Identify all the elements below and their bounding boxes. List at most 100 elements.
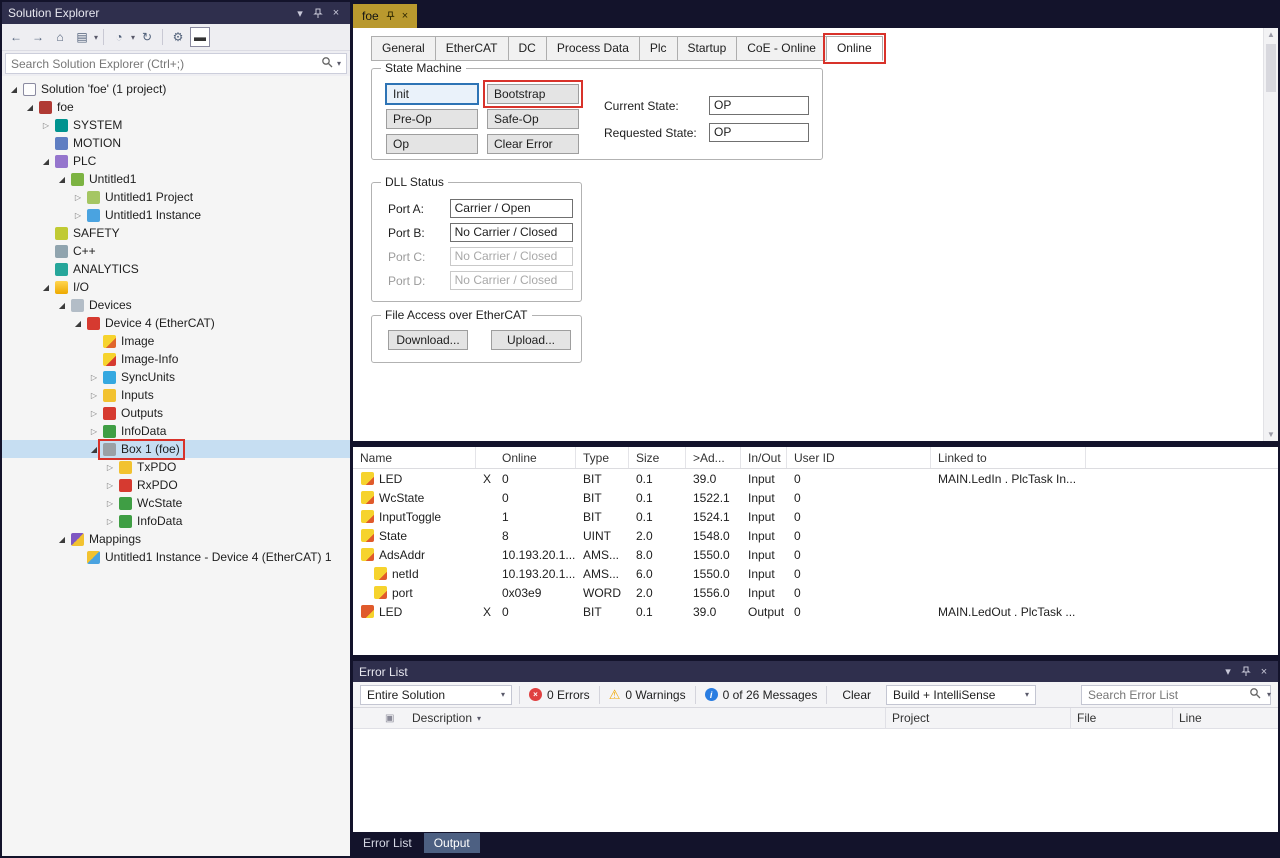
column-online[interactable]: Online [476,447,576,468]
forward-icon[interactable]: → [28,27,48,47]
tree-item-infodata[interactable]: ▷InfoData [2,422,350,440]
collapse-expander-icon[interactable]: ◢ [24,103,36,112]
error-search-input[interactable] [1088,688,1243,702]
column-linked-to[interactable]: Linked to [931,447,1086,468]
expand-expander-icon[interactable]: ▷ [88,391,100,400]
tree-item-system[interactable]: ▷SYSTEM [2,116,350,134]
column-size[interactable]: Size [629,447,686,468]
search-icon[interactable] [1249,687,1261,702]
tab-ethercat[interactable]: EtherCAT [435,36,509,61]
tab-general[interactable]: General [371,36,436,61]
clear-error-button[interactable]: Clear Error [487,134,579,154]
tab-plc[interactable]: Plc [639,36,678,61]
port-status-field[interactable]: No Carrier / Closed [450,247,573,266]
tree-item-devices[interactable]: ◢Devices [2,296,350,314]
grid-row-port[interactable]: port0x03e9WORD2.01556.0Input0 [353,583,1278,602]
window-position-icon[interactable]: ▾ [292,5,308,21]
tree-item-analytics[interactable]: ANALYTICS [2,260,350,278]
tree-item-image[interactable]: Image [2,332,350,350]
solution-search-input[interactable] [11,57,317,71]
column-name[interactable]: Name [353,447,476,468]
tree-item-mappings[interactable]: ◢Mappings [2,530,350,548]
document-tab-foe[interactable]: foe × [353,4,417,28]
port-status-field[interactable]: No Carrier / Closed [450,271,573,290]
grid-row-led[interactable]: LEDX0BIT0.139.0Output0MAIN.LedOut . PlcT… [353,602,1278,621]
tab-dc[interactable]: DC [508,36,547,61]
tree-item-outputs[interactable]: ▷Outputs [2,404,350,422]
error-list-titlebar[interactable]: Error List ▾ × [353,661,1278,682]
errors-filter-button[interactable]: × 0 Errors [527,688,592,702]
pre-op-button[interactable]: Pre-Op [386,109,478,129]
download-button[interactable]: Download... [388,330,468,350]
tree-item-untitled1-instance-device-4-ethercat-1[interactable]: Untitled1 Instance - Device 4 (EtherCAT)… [2,548,350,566]
dropdown-caret-icon[interactable]: ▾ [131,33,135,42]
collapse-expander-icon[interactable]: ◢ [56,175,68,184]
collapse-expander-icon[interactable]: ◢ [56,301,68,310]
scroll-up-icon[interactable]: ▲ [1264,30,1278,39]
column-line[interactable]: Line [1173,708,1278,728]
column-project[interactable]: Project [886,708,1071,728]
close-icon[interactable]: × [328,5,344,21]
expand-expander-icon[interactable]: ▷ [104,517,116,526]
tree-item-safety[interactable]: SAFETY [2,224,350,242]
tree-item-inputs[interactable]: ▷Inputs [2,386,350,404]
grid-row-netid[interactable]: netId10.193.20.1...AMS...6.01550.0Input0 [353,564,1278,583]
bottom-tab-output[interactable]: Output [424,833,480,853]
dropdown-caret-icon[interactable]: ▾ [94,33,98,42]
view-switcher-icon[interactable]: ▤ [72,27,92,47]
collapse-expander-icon[interactable]: ◢ [88,445,100,454]
expand-expander-icon[interactable]: ▷ [88,373,100,382]
clear-button[interactable]: Clear [834,686,879,704]
collapse-expander-icon[interactable]: ◢ [56,535,68,544]
tree-item-untitled1-project[interactable]: ▷Untitled1 Project [2,188,350,206]
pin-icon[interactable] [1238,664,1254,680]
column-user-id[interactable]: User ID [787,447,931,468]
tree-item-txpdo[interactable]: ▷TxPDO [2,458,350,476]
filter-dropdown[interactable]: Build + IntelliSense ▾ [886,685,1036,705]
scrollbar-thumb[interactable] [1266,44,1276,92]
requested-state-field[interactable]: OP [709,123,809,142]
sync-with-active-document-icon[interactable]: ↻ [137,27,157,47]
pending-changes-icon[interactable]: ◔ [109,27,129,47]
search-options-caret-icon[interactable]: ▾ [1267,690,1271,699]
column-description[interactable]: Description ▾ [397,708,886,728]
expand-expander-icon[interactable]: ▷ [40,121,52,130]
expand-expander-icon[interactable]: ▷ [72,193,84,202]
bottom-tab-error-list[interactable]: Error List [353,833,422,853]
tree-item-motion[interactable]: MOTION [2,134,350,152]
grid-row-led[interactable]: LEDX0BIT0.139.0Input0MAIN.LedIn . PlcTas… [353,469,1278,488]
tree-item-device-4-ethercat[interactable]: ◢Device 4 (EtherCAT) [2,314,350,332]
warnings-filter-button[interactable]: ⚠ 0 Warnings [607,688,688,702]
column-type[interactable]: Type [576,447,629,468]
suppression-state-icon[interactable]: ▣ [379,708,397,728]
tree-item-rxpdo[interactable]: ▷RxPDO [2,476,350,494]
tree-item-solution-foe-1-project[interactable]: ◢Solution 'foe' (1 project) [2,80,350,98]
expand-expander-icon[interactable]: ▷ [104,499,116,508]
column-address[interactable]: >Ad... [686,447,741,468]
expand-expander-icon[interactable]: ▷ [72,211,84,220]
solution-explorer-titlebar[interactable]: Solution Explorer ▾ × [2,2,350,24]
messages-filter-button[interactable]: i 0 of 26 Messages [703,688,820,702]
tree-item-i-o[interactable]: ◢I/O [2,278,350,296]
window-position-icon[interactable]: ▾ [1220,664,1236,680]
search-icon[interactable] [321,56,333,71]
init-button[interactable]: Init [386,84,478,104]
tree-item-syncunits[interactable]: ▷SyncUnits [2,368,350,386]
column-file[interactable]: File [1071,708,1173,728]
pin-icon[interactable] [310,5,326,21]
tab-online[interactable]: Online [826,36,883,61]
tree-item-image-info[interactable]: Image-Info [2,350,350,368]
back-icon[interactable]: ← [6,27,26,47]
close-icon[interactable]: × [1256,664,1272,680]
collapse-expander-icon[interactable]: ◢ [40,283,52,292]
grid-row-wcstate[interactable]: WcState0BIT0.11522.1Input0 [353,488,1278,507]
expand-expander-icon[interactable]: ▷ [104,481,116,490]
column-inout[interactable]: In/Out [741,447,787,468]
collapse-all-icon[interactable]: ▬ [190,27,210,47]
tree-item-c[interactable]: C++ [2,242,350,260]
close-icon[interactable]: × [402,10,408,22]
tree-item-plc[interactable]: ◢PLC [2,152,350,170]
tree-item-untitled1-instance[interactable]: ▷Untitled1 Instance [2,206,350,224]
expand-expander-icon[interactable]: ▷ [104,463,116,472]
collapse-expander-icon[interactable]: ◢ [40,157,52,166]
